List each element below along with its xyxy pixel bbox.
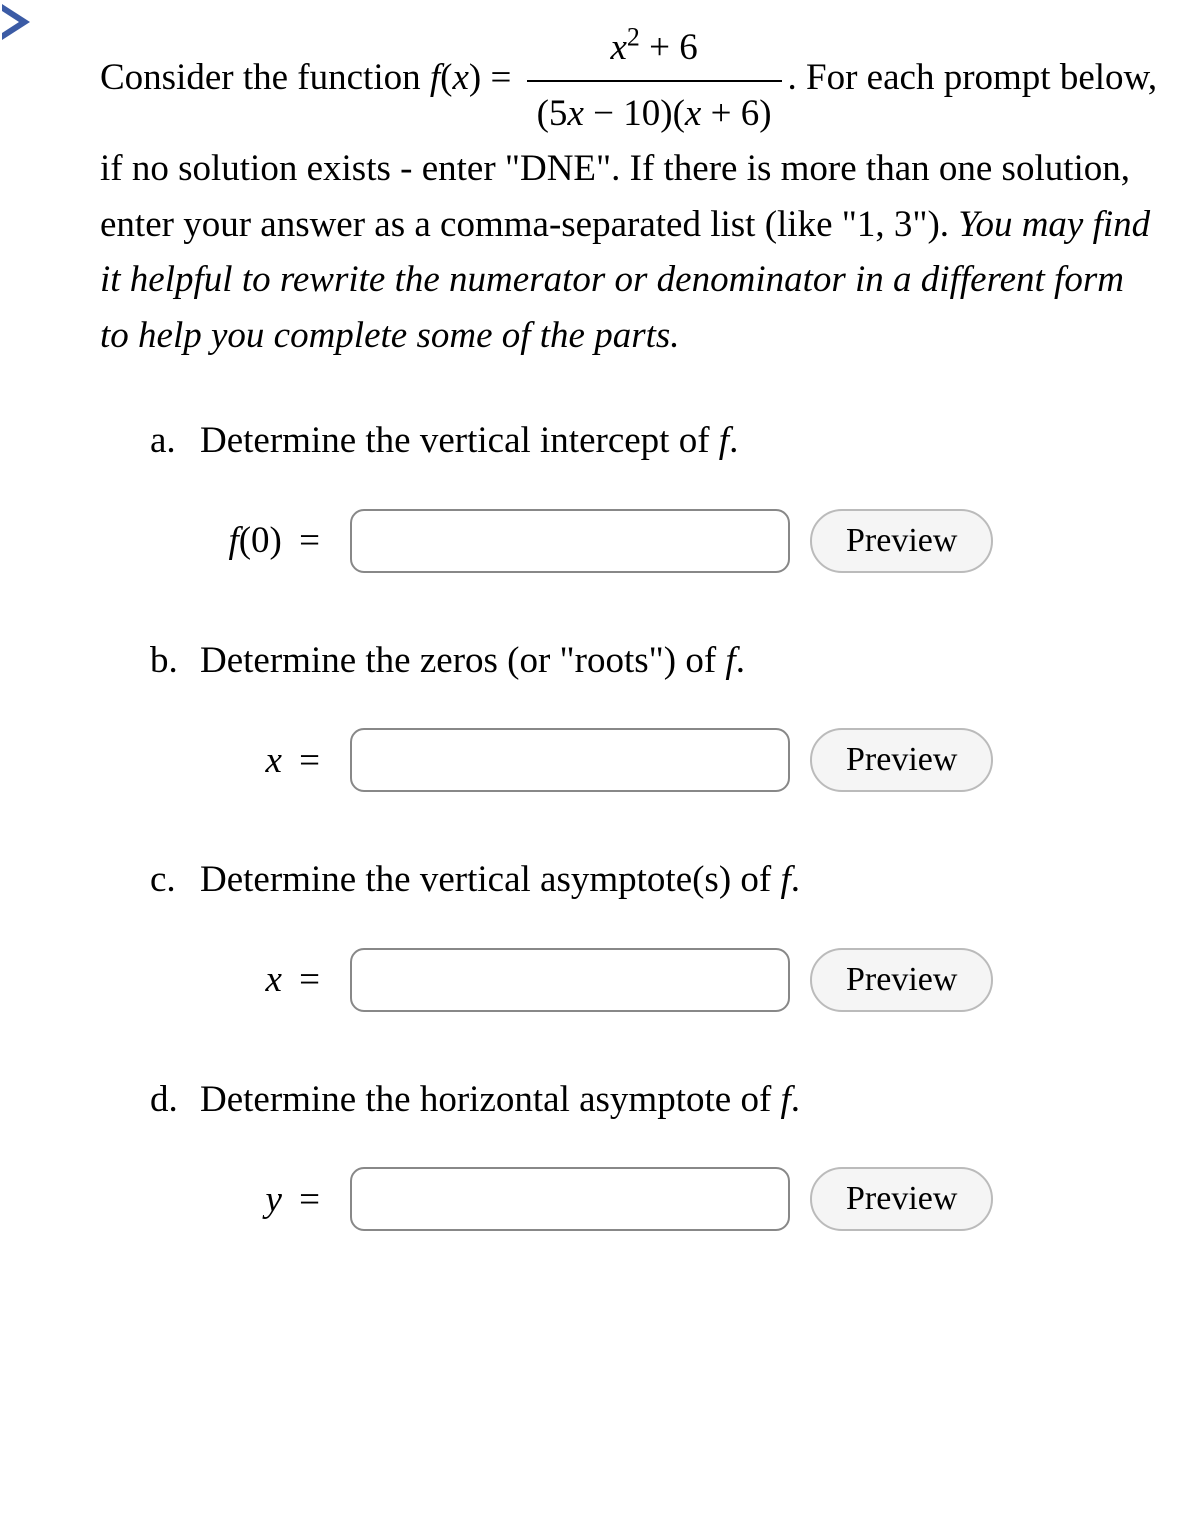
prompt-a: a.Determine the vertical intercept of f.… (150, 413, 1160, 573)
question-intro: Consider the function f(x) = x2 + 6(5x −… (100, 20, 1160, 363)
answer-row-c: x = Preview (150, 948, 1160, 1012)
answer-row-a: f(0) = Preview (150, 509, 1160, 573)
denominator: (5x − 10)(x + 6) (527, 80, 782, 142)
answer-input-c[interactable] (350, 948, 790, 1012)
answer-input-a[interactable] (350, 509, 790, 573)
answer-label-a: f(0) = (200, 519, 330, 562)
answer-input-d[interactable] (350, 1167, 790, 1231)
prompt-letter: a. (150, 413, 200, 469)
preview-button-d[interactable]: Preview (810, 1167, 993, 1231)
prompt-letter: b. (150, 633, 200, 689)
prompt-letter: d. (150, 1072, 200, 1128)
answer-input-b[interactable] (350, 728, 790, 792)
intro-eq: = (481, 57, 520, 98)
answer-row-b: x = Preview (150, 728, 1160, 792)
prompt-c-text: c.Determine the vertical asymptote(s) of… (150, 852, 1160, 908)
prompt-b-text: b.Determine the zeros (or "roots") of f. (150, 633, 1160, 689)
prompt-letter: c. (150, 852, 200, 908)
answer-label-d: y = (200, 1178, 330, 1221)
prompt-d: d.Determine the horizontal asymptote of … (150, 1072, 1160, 1232)
question-container: Consider the function f(x) = x2 + 6(5x −… (0, 0, 1200, 1331)
prompt-b: b.Determine the zeros (or "roots") of f.… (150, 633, 1160, 793)
preview-button-c[interactable]: Preview (810, 948, 993, 1012)
prompt-a-text: a.Determine the vertical intercept of f. (150, 413, 1160, 469)
prompt-d-text: d.Determine the horizontal asymptote of … (150, 1072, 1160, 1128)
expand-marker-icon[interactable] (2, 4, 30, 40)
answer-label-c: x = (200, 958, 330, 1001)
preview-button-a[interactable]: Preview (810, 509, 993, 573)
preview-button-b[interactable]: Preview (810, 728, 993, 792)
prompt-c: c.Determine the vertical asymptote(s) of… (150, 852, 1160, 1012)
answer-row-d: y = Preview (150, 1167, 1160, 1231)
intro-prefix: Consider the function (100, 57, 430, 98)
fraction: x2 + 6(5x − 10)(x + 6) (527, 20, 782, 141)
numerator: x2 + 6 (527, 20, 782, 80)
fn-name: f (430, 57, 440, 98)
prompts-list: a.Determine the vertical intercept of f.… (100, 413, 1160, 1231)
answer-label-b: x = (200, 739, 330, 782)
fn-arg: x (452, 57, 468, 98)
